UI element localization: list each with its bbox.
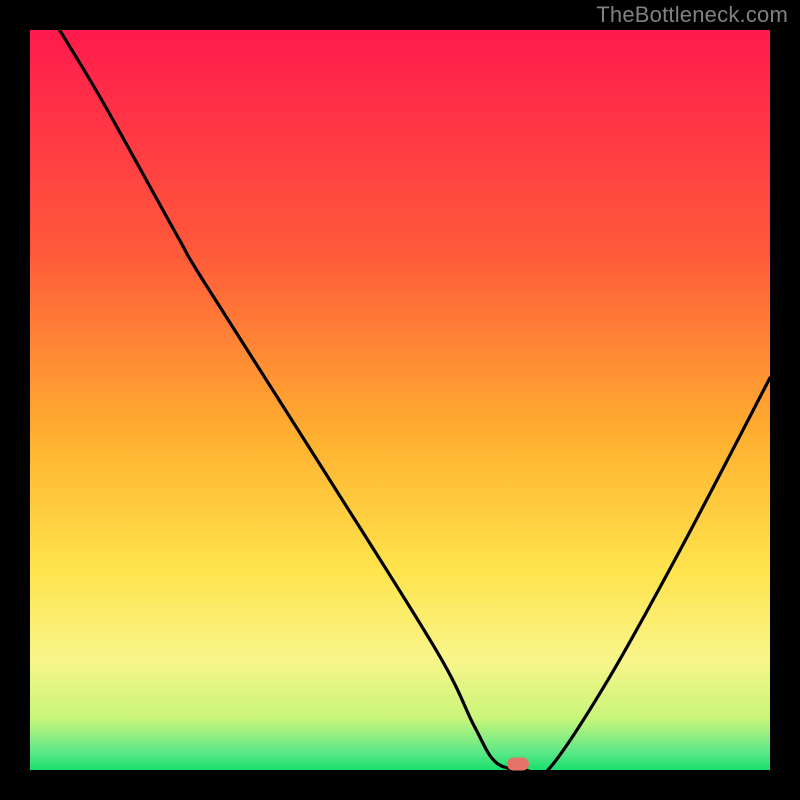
watermark-text: TheBottleneck.com — [596, 2, 788, 28]
bottleneck-curve — [30, 30, 770, 770]
chart-frame: TheBottleneck.com — [0, 0, 800, 800]
plot-area — [30, 30, 770, 770]
optimal-point-marker — [507, 758, 529, 771]
